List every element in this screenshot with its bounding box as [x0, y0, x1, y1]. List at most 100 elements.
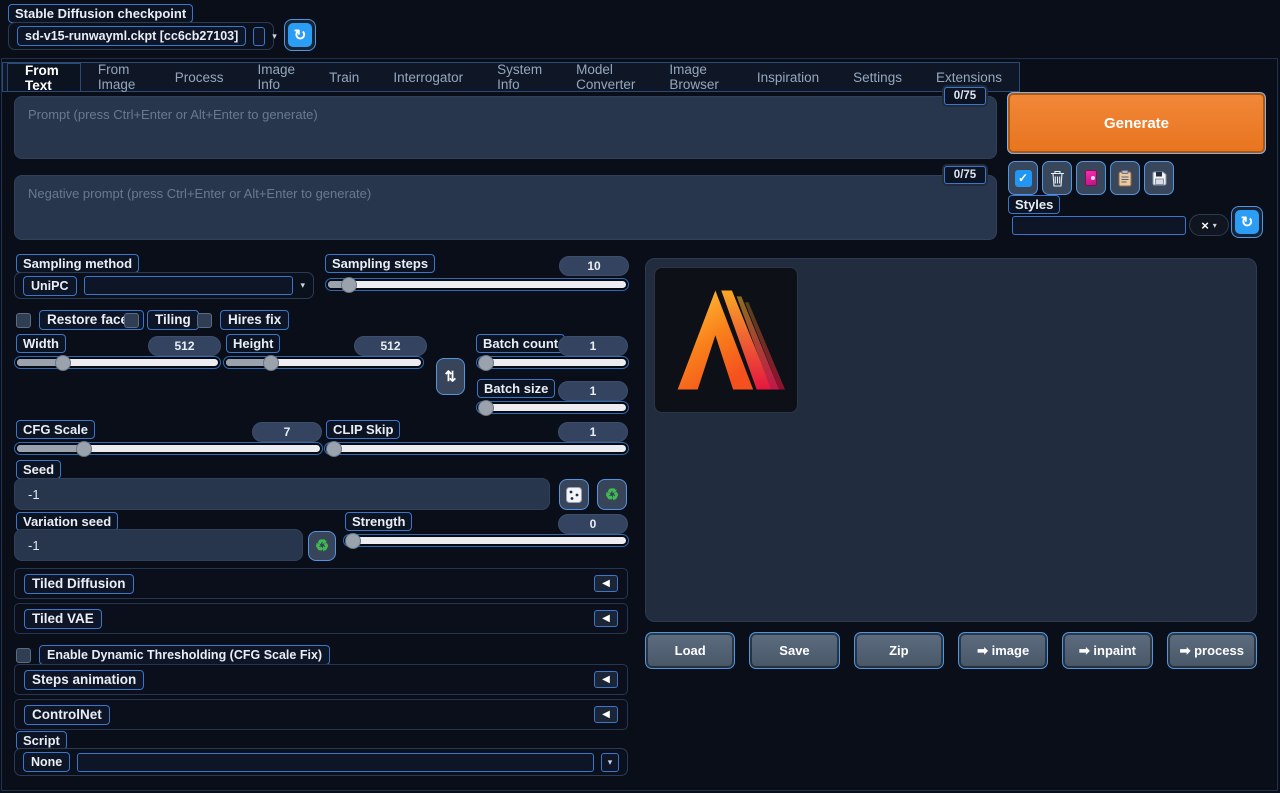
chevron-down-icon[interactable]: ▾	[272, 31, 277, 42]
reuse-seed-button[interactable]: ♻	[597, 479, 627, 510]
tab-inspiration[interactable]: Inspiration	[740, 63, 836, 91]
save-style-button[interactable]	[1144, 161, 1174, 195]
checkbox-icon[interactable]	[124, 313, 139, 328]
chevron-down-icon[interactable]: ▾	[1213, 221, 1217, 230]
apply-styles-button[interactable]	[1110, 161, 1140, 195]
apply-params-button[interactable]: ✓	[1008, 161, 1038, 195]
swap-dimensions-button[interactable]: ⇅	[436, 358, 465, 395]
styles-clear-dropdown[interactable]: × ▾	[1189, 214, 1229, 236]
slider-handle[interactable]	[342, 278, 356, 292]
slider-handle[interactable]	[327, 442, 341, 456]
hires-fix-toggle[interactable]: Hires fix	[197, 310, 289, 330]
height-value[interactable]: 512	[354, 336, 427, 356]
collapse-icon[interactable]: ◀	[594, 706, 618, 723]
batch-size-slider[interactable]	[476, 401, 629, 414]
prompt-token-counter: 0/75	[944, 87, 986, 105]
tab-from-image[interactable]: From Image	[81, 63, 158, 91]
height-slider[interactable]	[223, 356, 424, 369]
slider-handle[interactable]	[77, 442, 91, 456]
width-slider[interactable]	[14, 356, 221, 369]
recycle-icon: ♻	[315, 536, 329, 556]
save-button[interactable]: Save	[749, 632, 839, 669]
output-placeholder-tile[interactable]	[654, 267, 798, 413]
collapse-icon[interactable]: ◀	[594, 610, 618, 627]
width-label: Width	[16, 334, 66, 353]
checkbox-icon[interactable]	[16, 648, 31, 663]
slider-handle[interactable]	[264, 356, 278, 370]
extra-networks-button[interactable]	[1076, 161, 1106, 195]
slider-handle[interactable]	[346, 534, 360, 548]
strength-value[interactable]: 0	[558, 514, 628, 534]
tab-model-converter[interactable]: Model Converter	[559, 63, 652, 91]
batch-size-label: Batch size	[477, 379, 555, 398]
tab-process[interactable]: Process	[158, 63, 241, 91]
checkpoint-combo[interactable]: sd-v15-runwayml.ckpt [cc6cb27103] ▾	[8, 22, 274, 50]
quick-actions-row: ✓	[1008, 161, 1174, 195]
checkpoint-value[interactable]: sd-v15-runwayml.ckpt [cc6cb27103]	[17, 26, 246, 46]
swap-icon: ⇅	[445, 368, 457, 385]
styles-input[interactable]	[1012, 216, 1186, 235]
checkpoint-refresh-button[interactable]: ↻	[284, 19, 316, 51]
sampling-steps-slider[interactable]	[325, 278, 629, 291]
clip-skip-value[interactable]: 1	[558, 422, 628, 442]
seed-input[interactable]	[14, 478, 550, 510]
tiling-toggle[interactable]: Tiling	[124, 310, 199, 330]
cfg-scale-value[interactable]: 7	[252, 422, 322, 442]
tab-system-info[interactable]: System Info	[480, 63, 559, 91]
batch-count-value[interactable]: 1	[558, 336, 628, 356]
output-gallery[interactable]	[645, 258, 1257, 622]
zip-button[interactable]: Zip	[854, 632, 944, 669]
prompt-input[interactable]	[14, 96, 997, 159]
dynamic-thresholding-toggle[interactable]: Enable Dynamic Thresholding (CFG Scale F…	[16, 645, 330, 665]
checkpoint-search-input[interactable]	[253, 27, 265, 46]
send-to-image-button[interactable]: ➡ image	[958, 632, 1048, 669]
script-value[interactable]: None	[23, 752, 70, 772]
clear-prompt-button[interactable]	[1042, 161, 1072, 195]
styles-refresh-button[interactable]: ↻	[1231, 206, 1263, 238]
sampling-method-value[interactable]: UniPC	[23, 276, 77, 296]
sampling-method-label: Sampling method	[16, 254, 139, 273]
sampling-method-input[interactable]	[84, 276, 294, 295]
clip-skip-slider[interactable]	[324, 442, 629, 455]
sampling-steps-value[interactable]: 10	[559, 256, 629, 276]
batch-count-slider[interactable]	[476, 356, 629, 369]
tab-image-info[interactable]: Image Info	[240, 63, 312, 91]
variation-seed-input[interactable]	[14, 529, 303, 561]
slider-handle[interactable]	[479, 401, 493, 415]
collapse-icon[interactable]: ◀	[594, 575, 618, 592]
tab-interrogator[interactable]: Interrogator	[376, 63, 480, 91]
script-combo[interactable]: None ▾	[14, 748, 628, 776]
send-to-inpaint-button[interactable]: ➡ inpaint	[1062, 632, 1152, 669]
script-input[interactable]	[77, 753, 594, 772]
reuse-variation-seed-button[interactable]: ♻	[308, 531, 336, 561]
collapse-icon[interactable]: ◀	[594, 671, 618, 688]
slider-handle[interactable]	[56, 356, 70, 370]
accordion-steps-animation[interactable]: Steps animation ◀	[14, 664, 628, 695]
tab-train[interactable]: Train	[312, 63, 376, 91]
strength-slider[interactable]	[343, 534, 629, 547]
accordion-tiled-diffusion[interactable]: Tiled Diffusion ◀	[14, 568, 628, 599]
accordion-controlnet[interactable]: ControlNet ◀	[14, 699, 628, 730]
generate-button[interactable]: Generate	[1007, 92, 1266, 154]
random-seed-button[interactable]	[559, 479, 589, 510]
load-button[interactable]: Load	[645, 632, 735, 669]
tab-from-text[interactable]: From Text	[7, 63, 81, 91]
batch-size-value[interactable]: 1	[558, 381, 628, 401]
negative-prompt-input[interactable]	[14, 175, 997, 240]
tab-settings[interactable]: Settings	[836, 63, 919, 91]
width-value[interactable]: 512	[148, 336, 221, 356]
chevron-down-icon[interactable]: ▾	[300, 280, 305, 291]
slider-handle[interactable]	[479, 356, 493, 370]
checkbox-icon[interactable]	[16, 313, 31, 328]
clear-icon[interactable]: ×	[1201, 219, 1209, 232]
accordion-tiled-vae[interactable]: Tiled VAE ◀	[14, 603, 628, 634]
tab-bar: From Text From Image Process Image Info …	[2, 62, 1020, 92]
send-to-process-button[interactable]: ➡ process	[1167, 632, 1257, 669]
chevron-down-icon[interactable]: ▾	[601, 753, 619, 772]
sampling-steps-label: Sampling steps	[325, 254, 435, 273]
refresh-icon: ↻	[288, 23, 312, 47]
tab-image-browser[interactable]: Image Browser	[652, 63, 739, 91]
sampling-method-combo[interactable]: UniPC ▾	[14, 272, 314, 299]
cfg-scale-slider[interactable]	[14, 442, 323, 455]
checkbox-icon[interactable]	[197, 313, 212, 328]
